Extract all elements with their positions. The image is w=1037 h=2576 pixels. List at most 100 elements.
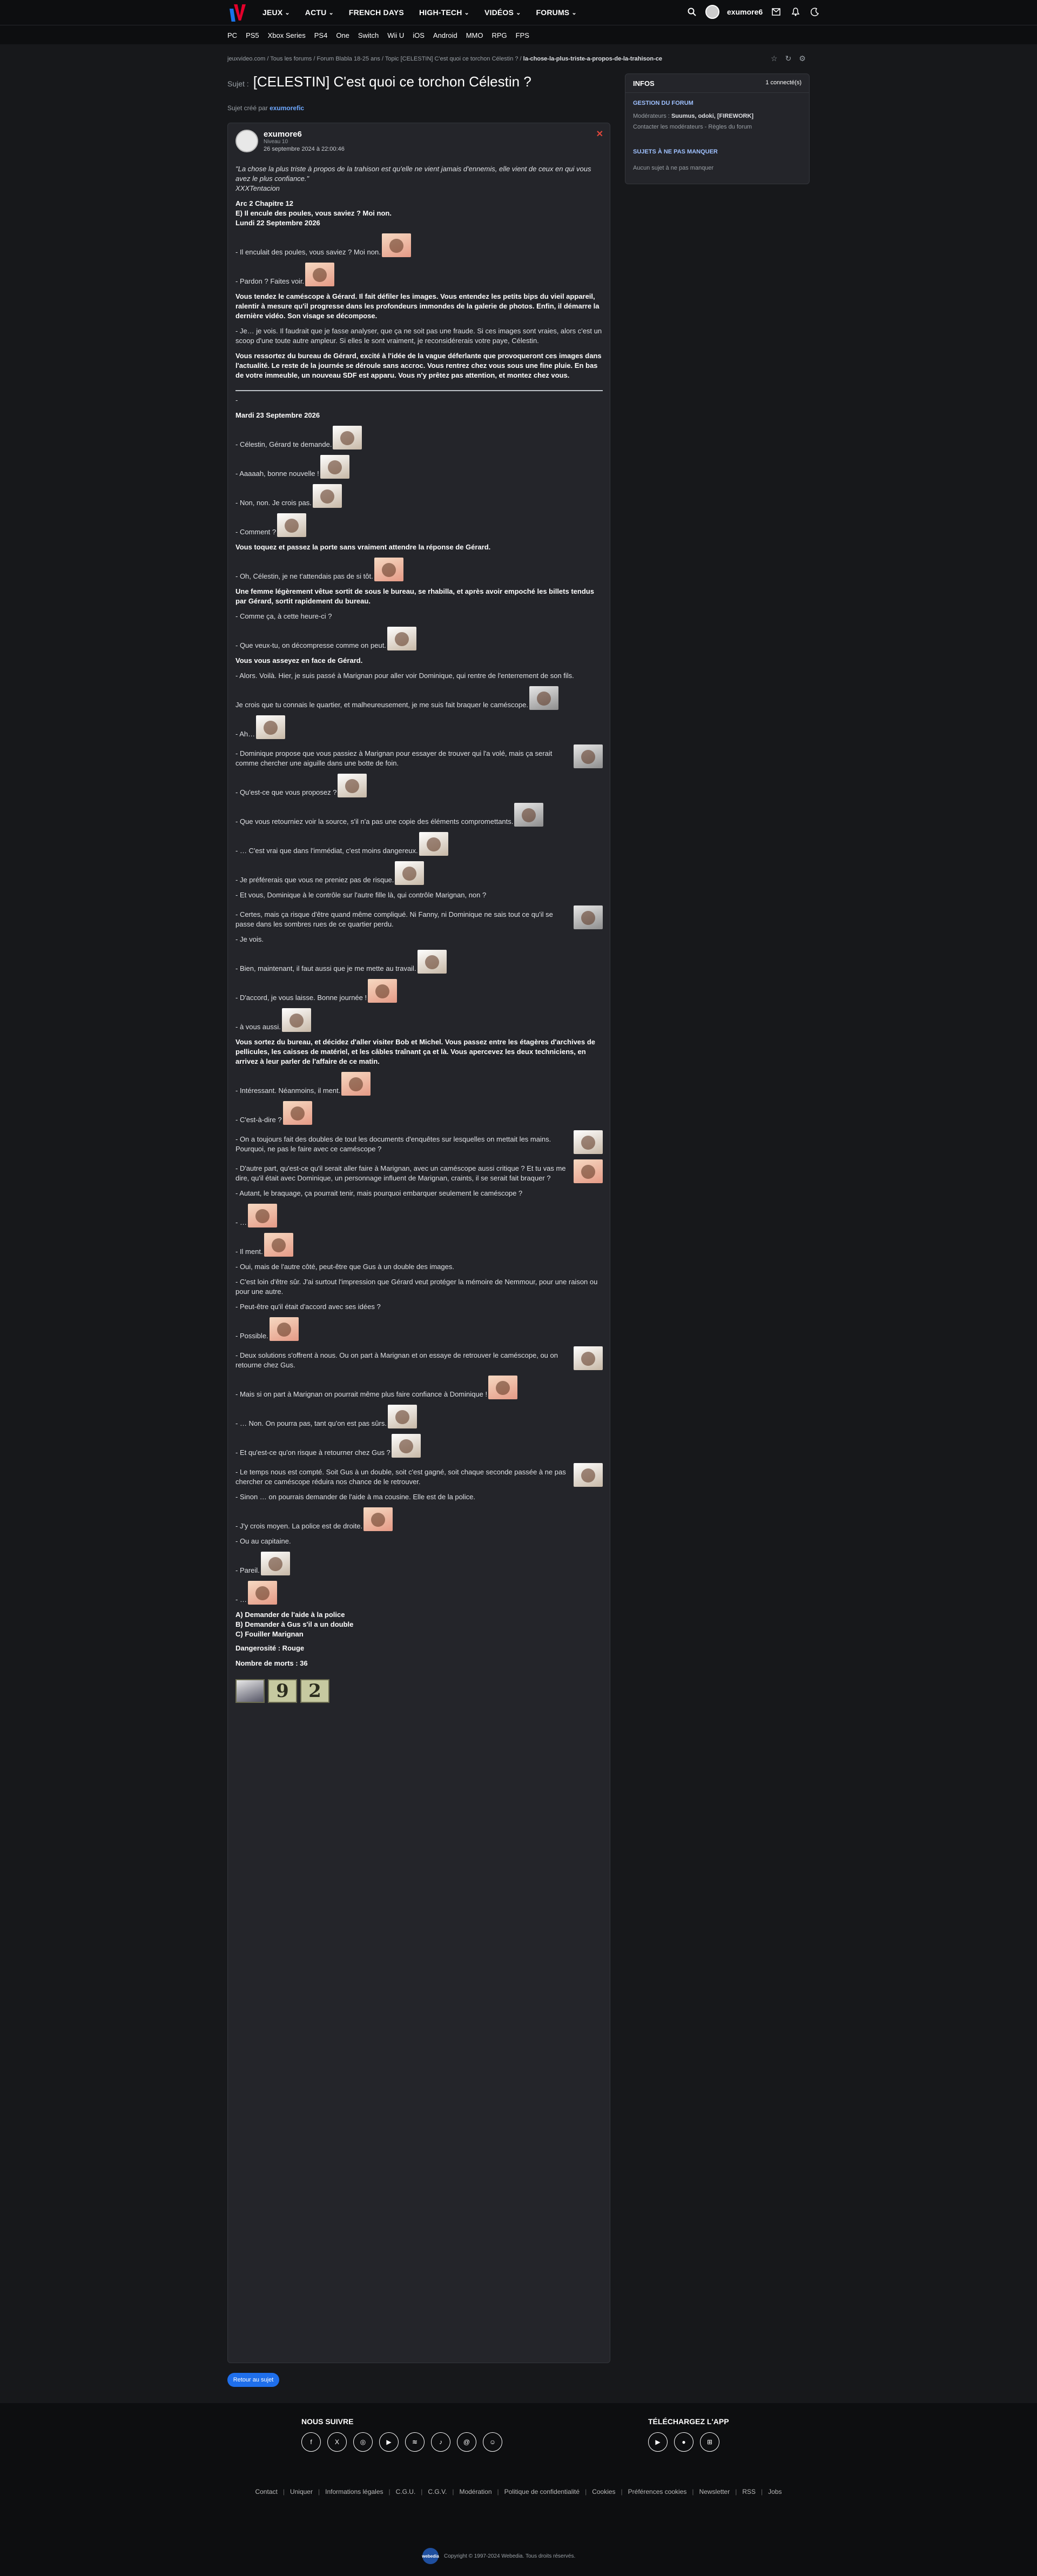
apple-icon[interactable]: ● xyxy=(674,2432,693,2452)
nav-item[interactable]: JEUX xyxy=(262,8,282,17)
footer-link[interactable]: Contact xyxy=(252,2488,280,2496)
snapchat-icon[interactable]: ☺ xyxy=(483,2432,502,2452)
platform-link[interactable]: Wii U xyxy=(387,31,404,39)
platform-link[interactable]: RPG xyxy=(492,31,507,39)
footer-link[interactable]: Cookies xyxy=(589,2488,618,2496)
chevron-down-icon[interactable]: ⌄ xyxy=(571,9,576,16)
post-line: - Autant, le braquage, ça pourrait tenir… xyxy=(235,1189,603,1198)
nav-item[interactable]: VIDÉOS xyxy=(484,8,514,17)
dialogue-text: - Oh, Célestin, je ne t'attendais pas de… xyxy=(235,572,373,580)
facebook-icon[interactable]: f xyxy=(301,2432,321,2452)
username[interactable]: exumore6 xyxy=(727,8,763,16)
breadcrumb-path[interactable]: jeuxvideo.com / Tous les forums / Forum … xyxy=(227,56,523,62)
footer-link[interactable]: Uniquer xyxy=(287,2488,315,2496)
chevron-down-icon[interactable]: ⌄ xyxy=(516,9,521,16)
instagram-icon[interactable]: ◎ xyxy=(353,2432,373,2452)
author-name[interactable]: exumore6 xyxy=(264,130,345,139)
reload-icon[interactable]: ↻ xyxy=(785,54,792,63)
footer-links: Contact | Uniquer | Informations légales | C.G… xyxy=(238,2485,799,2498)
platform-link[interactable]: PS5 xyxy=(246,31,259,39)
sticker-image xyxy=(368,979,398,1003)
post-line: - On a toujours fait des doubles de tout… xyxy=(235,1130,603,1154)
nav-item[interactable]: HIGH-TECH xyxy=(419,8,462,17)
platform-link[interactable]: PC xyxy=(227,31,237,39)
dialogue-text: - Autant, le braquage, ça pourrait tenir… xyxy=(235,1189,523,1197)
post-line: - Il ment. xyxy=(235,1233,603,1257)
sticker-image xyxy=(305,263,335,286)
sticker-image xyxy=(235,1679,265,1703)
dialogue-text: - Je préférerais que vous ne preniez pas… xyxy=(235,876,394,884)
contact-moderators-link[interactable]: Contacter les modérateurs - Règles du fo… xyxy=(633,124,752,130)
gear-icon[interactable]: ⚙ xyxy=(799,54,806,63)
sticker-image xyxy=(514,803,544,827)
footer-link[interactable]: C.G.V. xyxy=(425,2488,449,2496)
dialogue-text: - Et qu'est-ce qu'on risque à retourner … xyxy=(235,1448,390,1457)
dialogue-text: - Qu'est-ce que vous proposez ? xyxy=(235,788,337,796)
sticker-image xyxy=(282,1101,312,1125)
platform-link[interactable]: One xyxy=(336,31,349,39)
platform-link[interactable]: Xbox Series xyxy=(268,31,306,39)
sticker-image xyxy=(363,1507,393,1531)
rss-icon[interactable]: ≋ xyxy=(405,2432,425,2452)
chevron-down-icon[interactable]: ⌄ xyxy=(285,9,289,16)
post-line: Une femme légèrement vêtue sortit de sou… xyxy=(235,587,603,606)
created-author-link[interactable]: exumorefic xyxy=(270,104,304,112)
moderators-list[interactable]: Suumus, odoki, [FIREWORK] xyxy=(671,113,753,119)
author-avatar[interactable] xyxy=(235,130,258,152)
post-line: - D'autre part, qu'est-ce qu'il serait a… xyxy=(235,1159,603,1183)
platform-link[interactable]: MMO xyxy=(466,31,483,39)
search-icon[interactable] xyxy=(686,6,698,18)
nav-item[interactable]: ACTU xyxy=(305,8,327,17)
mail-icon[interactable] xyxy=(770,6,782,18)
footer-link[interactable]: Jobs xyxy=(765,2488,784,2496)
dark-mode-icon[interactable] xyxy=(809,6,821,18)
nav-item[interactable]: FORUMS xyxy=(536,8,569,17)
sticker-image xyxy=(387,627,416,650)
author-level: Niveau 10 xyxy=(264,139,288,145)
sticker-image xyxy=(256,715,286,739)
platform-link[interactable]: PS4 xyxy=(314,31,328,39)
close-icon[interactable]: ✕ xyxy=(596,129,603,139)
jvc-logo[interactable] xyxy=(227,3,246,22)
platform-link[interactable]: Android xyxy=(433,31,457,39)
footer-link[interactable]: Modération xyxy=(456,2488,494,2496)
post-line: - Pardon ? Faites voir. xyxy=(235,263,603,286)
footer-link[interactable]: Préférences cookies xyxy=(625,2488,690,2496)
footer-link[interactable]: Informations légales xyxy=(322,2488,386,2496)
sticker-image xyxy=(312,484,342,508)
chevron-down-icon[interactable]: ⌄ xyxy=(328,9,333,16)
dialogue-text: - Intéressant. Néanmoins, il ment. xyxy=(235,1086,341,1095)
sticker-image xyxy=(574,1463,603,1487)
threads-icon[interactable]: @ xyxy=(457,2432,476,2452)
back-to-topic-button[interactable]: Retour au sujet xyxy=(227,2373,279,2387)
platform-link[interactable]: Switch xyxy=(358,31,379,39)
post-date[interactable]: 26 septembre 2024 à 22:00:46 xyxy=(264,146,345,152)
post-line: - Comment ? xyxy=(235,513,603,537)
platform-link[interactable]: iOS xyxy=(413,31,425,39)
narration-text: Une femme légèrement vêtue sortit de sou… xyxy=(235,587,594,605)
bell-icon[interactable] xyxy=(790,6,802,18)
star-icon[interactable]: ☆ xyxy=(771,54,778,63)
google-play-icon[interactable]: ▶ xyxy=(648,2432,668,2452)
post-quote-sig: XXXTentacion xyxy=(235,184,280,192)
sticker-image xyxy=(395,861,425,885)
copyright-text: Copyright © 1997-2024 Webedia. Tous droi… xyxy=(444,2553,576,2559)
post-line: - … xyxy=(235,1204,603,1227)
avatar[interactable] xyxy=(705,5,719,19)
youtube-icon[interactable]: ▶ xyxy=(379,2432,399,2452)
x-icon[interactable]: X xyxy=(327,2432,347,2452)
moderators-label: Modérateurs : xyxy=(633,113,670,119)
dialogue-text: - Peut-être qu'il était d'accord avec se… xyxy=(235,1303,381,1311)
sticker-image xyxy=(387,1405,417,1428)
footer-link[interactable]: Newsletter xyxy=(697,2488,733,2496)
chevron-down-icon[interactable]: ⌄ xyxy=(464,9,469,16)
nav-item[interactable]: FRENCH DAYS xyxy=(349,8,404,17)
webedia-logo[interactable]: webedia xyxy=(422,2548,439,2564)
platform-link[interactable]: FPS xyxy=(516,31,529,39)
dialogue-text: - J'y crois moyen. La police est de droi… xyxy=(235,1522,363,1530)
tiktok-icon[interactable]: ♪ xyxy=(431,2432,450,2452)
footer-link[interactable]: C.G.U. xyxy=(393,2488,419,2496)
footer-link[interactable]: Politique de confidentialité xyxy=(502,2488,582,2496)
windows-icon[interactable]: ⊞ xyxy=(700,2432,719,2452)
footer-link[interactable]: RSS xyxy=(739,2488,758,2496)
